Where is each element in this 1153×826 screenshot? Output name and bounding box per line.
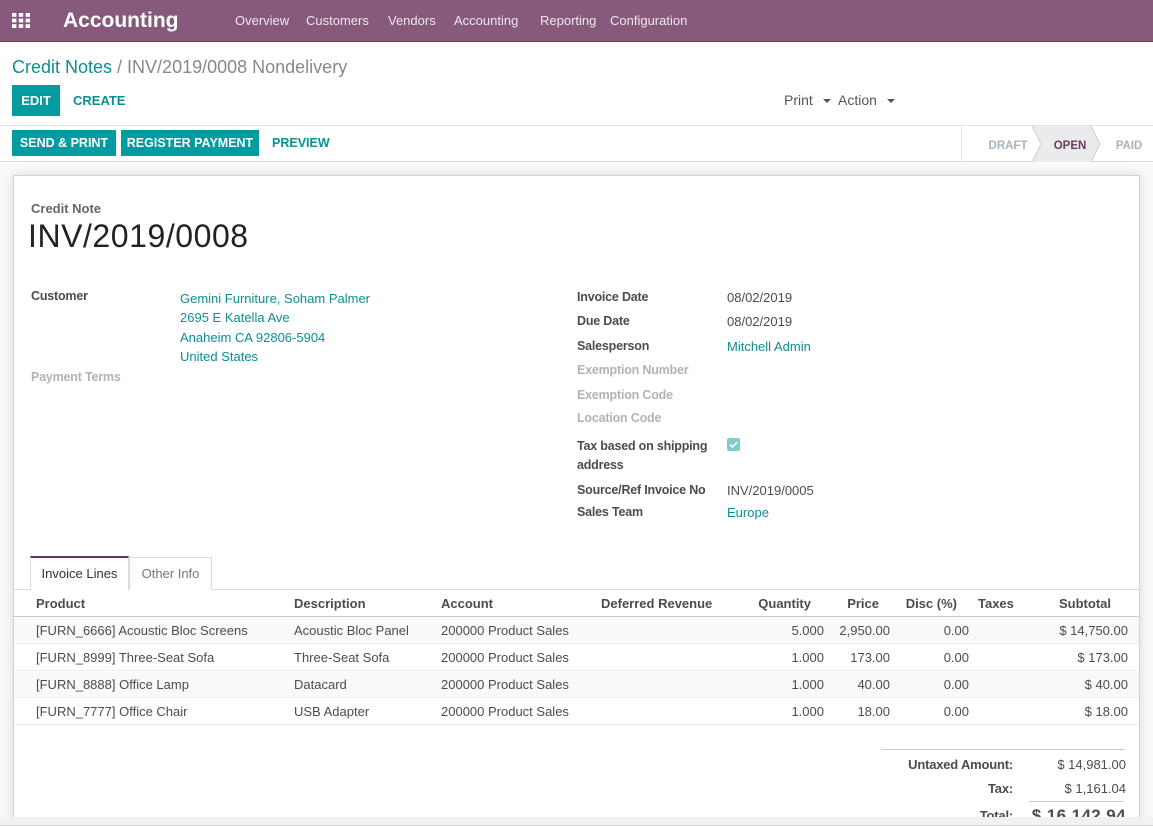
svg-text:DRAFT: DRAFT	[989, 140, 1028, 152]
svg-text:PAID: PAID	[1116, 140, 1143, 152]
svg-text:OPEN: OPEN	[1054, 140, 1087, 152]
